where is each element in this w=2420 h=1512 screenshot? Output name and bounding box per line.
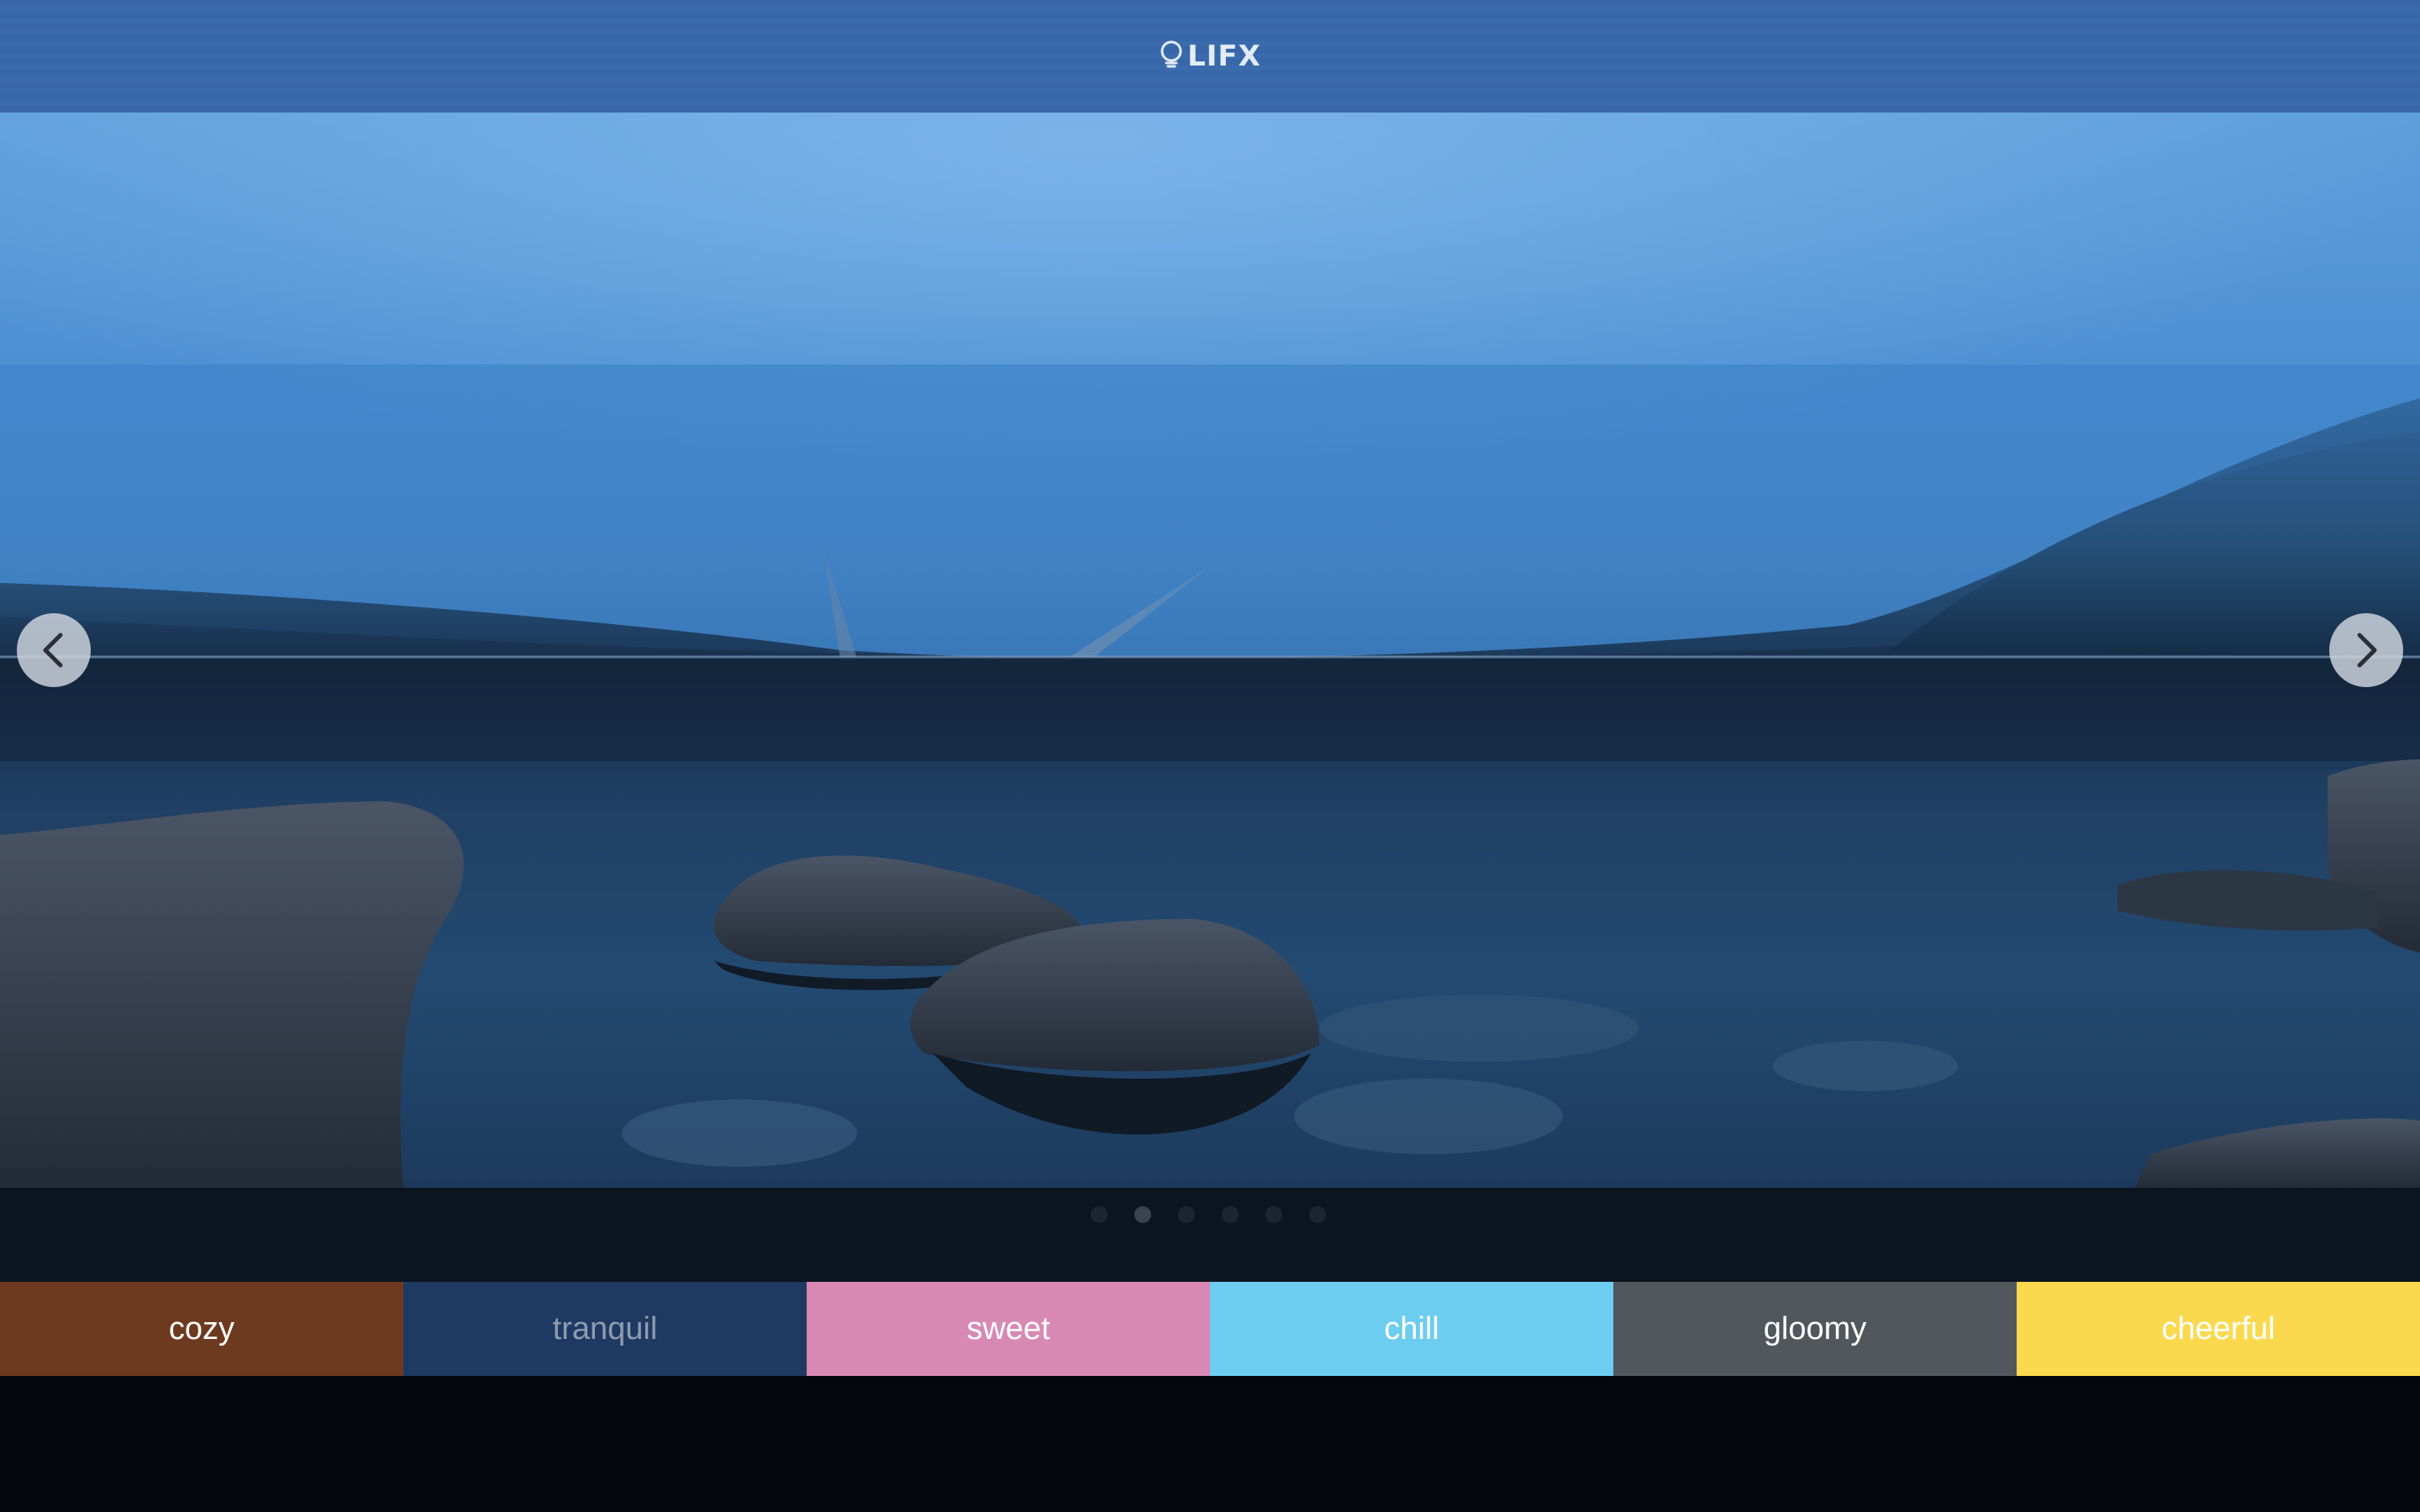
mood-gloomy-button[interactable]: gloomy [1613,1282,2017,1376]
carousel-dot-1[interactable] [1091,1206,1107,1223]
mood-sweet-button[interactable]: sweet [807,1282,1210,1376]
app-header: LIFX [0,0,2420,113]
mood-cozy-button[interactable]: cozy [0,1282,403,1376]
next-slide-button[interactable] [2329,613,2403,687]
bulb-icon [1159,40,1184,73]
lake-scene-illustration [0,113,2420,1188]
mood-cheerful-button[interactable]: cheerful [2017,1282,2420,1376]
carousel-dot-6[interactable] [1309,1206,1326,1223]
carousel-dot-5[interactable] [1265,1206,1282,1223]
lifx-logo[interactable]: LIFX [1159,39,1261,73]
page-footer-area [0,1376,2420,1512]
chevron-right-icon [2349,630,2383,670]
mood-chill-button[interactable]: chill [1210,1282,1613,1376]
carousel-indicator-bar [0,1188,2420,1282]
brand-name: LIFX [1187,39,1261,73]
carousel-dots [1091,1206,1326,1223]
carousel-dot-4[interactable] [1222,1206,1239,1223]
carousel-dot-2[interactable] [1134,1206,1151,1223]
hero-image [0,113,2420,1188]
chevron-left-icon [37,630,71,670]
mood-tranquil-button[interactable]: tranquil [403,1282,807,1376]
previous-slide-button[interactable] [17,613,91,687]
mood-selector: cozy tranquil sweet chill gloomy cheerfu… [0,1282,2420,1376]
carousel-dot-3[interactable] [1178,1206,1195,1223]
